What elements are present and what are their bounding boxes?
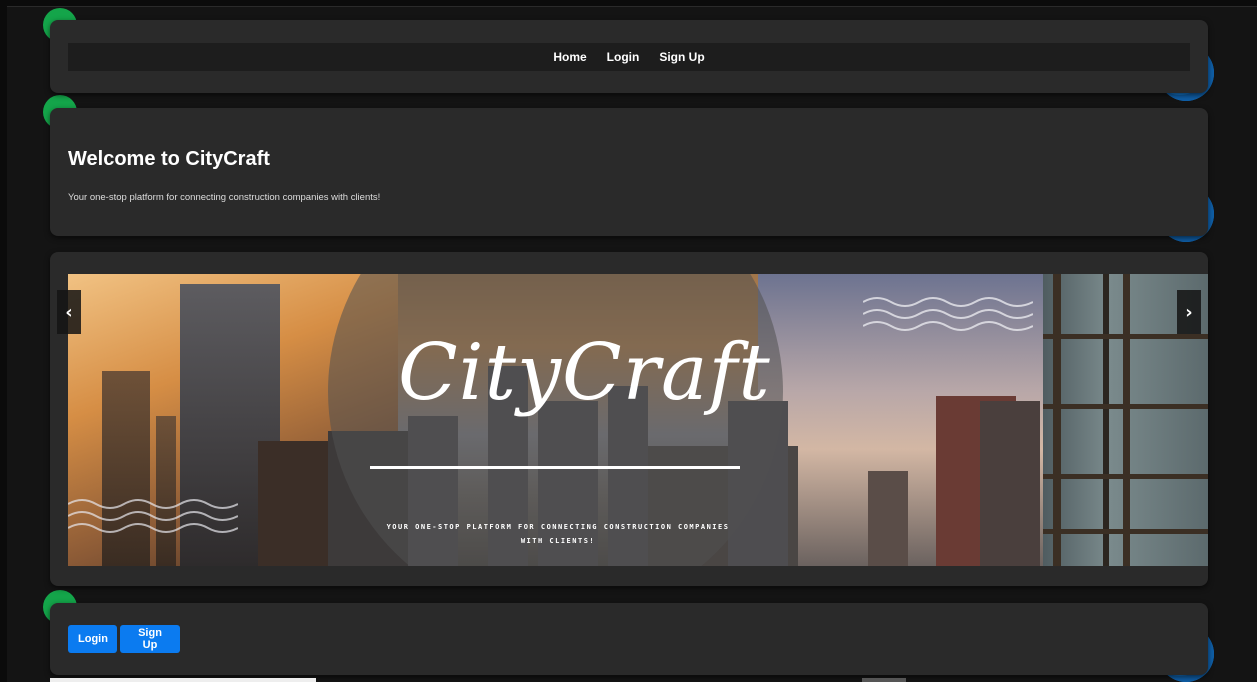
carousel-prev-button[interactable]: ‹ [57, 290, 81, 334]
actions-card: Login Sign Up [50, 603, 1208, 675]
building-silhouette [980, 401, 1040, 566]
logo-underline [370, 466, 740, 469]
carousel-card: CityCraft YOUR ONE-STOP PLATFORM FOR CON… [50, 252, 1208, 586]
citycraft-logo: CityCraft [398, 328, 771, 418]
navbar: Home Login Sign Up [68, 43, 1190, 71]
page-subtitle: Your one-stop platform for connecting co… [68, 192, 381, 203]
scaffold-beam [1043, 474, 1208, 479]
logo-tagline: YOUR ONE-STOP PLATFORM FOR CONNECTING CO… [386, 523, 730, 545]
wave-decoration [863, 297, 1033, 331]
horizontal-scrollbar-track[interactable] [50, 678, 316, 682]
scaffold-beam [1043, 529, 1208, 534]
carousel-viewport: CityCraft YOUR ONE-STOP PLATFORM FOR CON… [68, 274, 1208, 566]
navigation-card: Home Login Sign Up [50, 20, 1208, 93]
window-top-border [0, 0, 1257, 7]
welcome-card: Welcome to CityCraft Your one-stop platf… [50, 108, 1208, 236]
wave-decoration [68, 499, 238, 533]
carousel-next-button[interactable]: › [1177, 290, 1201, 334]
window-left-border [0, 0, 7, 682]
signup-button[interactable]: Sign Up [120, 625, 180, 653]
chevron-left-icon: ‹ [65, 301, 73, 323]
nav-link-signup[interactable]: Sign Up [659, 50, 704, 64]
nav-link-home[interactable]: Home [553, 50, 586, 64]
scaffold-beam [1043, 404, 1208, 409]
login-button[interactable]: Login [68, 625, 117, 653]
horizontal-scrollbar-thumb[interactable] [862, 678, 906, 682]
carousel-slide-active: CityCraft YOUR ONE-STOP PLATFORM FOR CON… [68, 274, 1043, 566]
scaffold-pole [1123, 274, 1130, 566]
chevron-right-icon: › [1185, 301, 1193, 323]
page-title: Welcome to CityCraft [68, 148, 270, 170]
nav-link-login[interactable]: Login [607, 50, 640, 64]
scaffold-beam [1043, 334, 1208, 339]
building-silhouette [868, 471, 908, 566]
building-silhouette [156, 416, 176, 566]
building-silhouette [258, 441, 338, 566]
scaffold-pole [1103, 274, 1109, 566]
scaffold-pole [1053, 274, 1061, 566]
